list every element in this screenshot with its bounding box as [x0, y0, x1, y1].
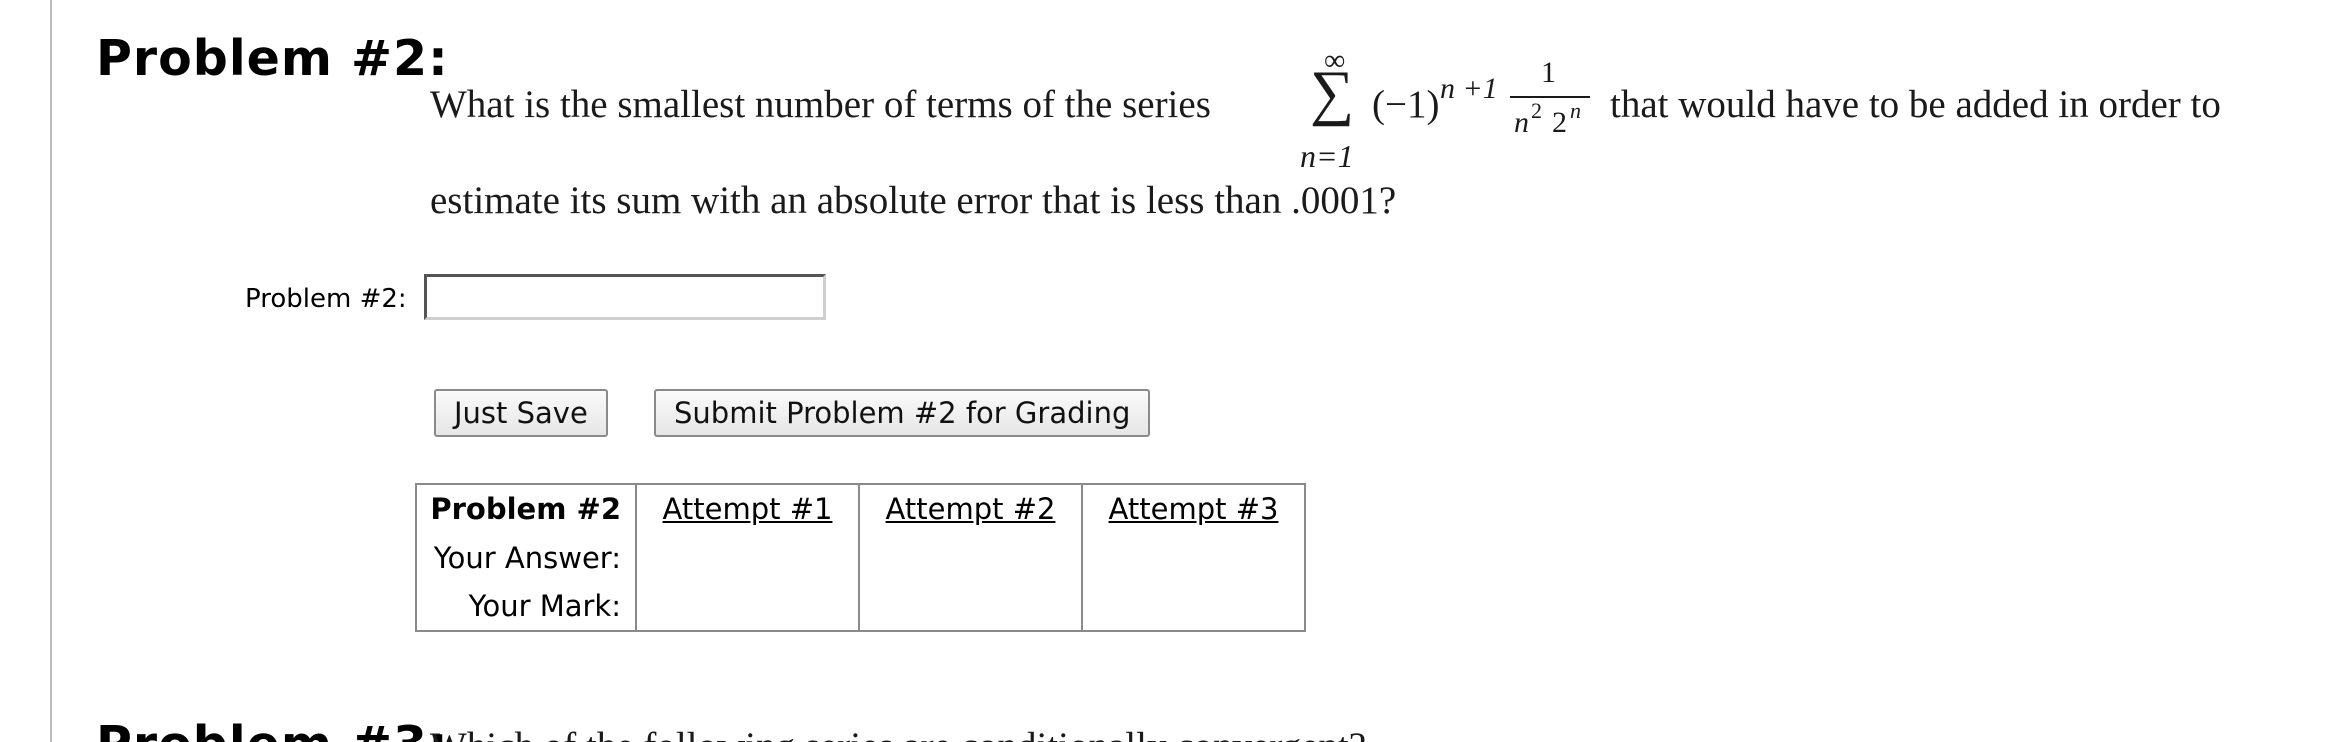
term-base: (−1) [1372, 83, 1440, 126]
just-save-button[interactable]: Just Save [434, 389, 608, 437]
submit-for-grading-button[interactable]: Submit Problem #2 for Grading [654, 389, 1151, 437]
sum-lower-limit: n=1 [1300, 138, 1354, 174]
attempts-table-title: Problem #2 [416, 484, 637, 533]
term-exponent: n +1 [1440, 72, 1498, 105]
attempt-1-answer [636, 533, 860, 582]
problem-3-question-text: Which of the following series are condit… [430, 724, 1366, 742]
attempt-3-link[interactable]: Attempt #3 [1109, 492, 1279, 526]
your-mark-row: Your Mark: [416, 582, 1305, 631]
attempts-header-row: Problem #2 Attempt #1 Attempt #2 Attempt… [416, 484, 1305, 533]
attempts-table: Problem #2 Attempt #1 Attempt #2 Attempt… [415, 483, 1306, 632]
fraction-denominator-base-exp: n [1570, 98, 1581, 123]
attempt-1-link[interactable]: Attempt #1 [663, 492, 833, 526]
attempt-2-answer [859, 533, 1083, 582]
answer-input[interactable] [424, 274, 826, 320]
answer-field-label: Problem #2: [245, 284, 407, 314]
question-text-part1: What is the smallest number of terms of … [430, 83, 1211, 126]
attempt-3-answer [1082, 533, 1305, 582]
attempt-3-mark [1082, 582, 1305, 631]
problem-3-heading: Problem #3: [96, 716, 449, 742]
sum-sigma-symbol: ∑ [1310, 59, 1355, 127]
attempt-2-link[interactable]: Attempt #2 [886, 492, 1056, 526]
fraction-denominator-n-exp: 2 [1531, 98, 1542, 123]
attempt-1-mark [636, 582, 860, 631]
fraction-denominator-base: 2 [1552, 106, 1567, 139]
your-mark-label: Your Mark: [416, 582, 637, 631]
question-text-line2: estimate its sum with an absolute error … [430, 179, 1397, 222]
your-answer-row: Your Answer: [416, 533, 1305, 582]
your-answer-label: Your Answer: [416, 533, 637, 582]
fraction-numerator: 1 [1541, 56, 1556, 89]
question-text-part2: that would have to be added in order to [1610, 83, 2221, 126]
problem-2-heading: Problem #2: [96, 30, 449, 87]
attempt-2-mark [859, 582, 1083, 631]
fraction-denominator-n: n [1514, 106, 1529, 139]
